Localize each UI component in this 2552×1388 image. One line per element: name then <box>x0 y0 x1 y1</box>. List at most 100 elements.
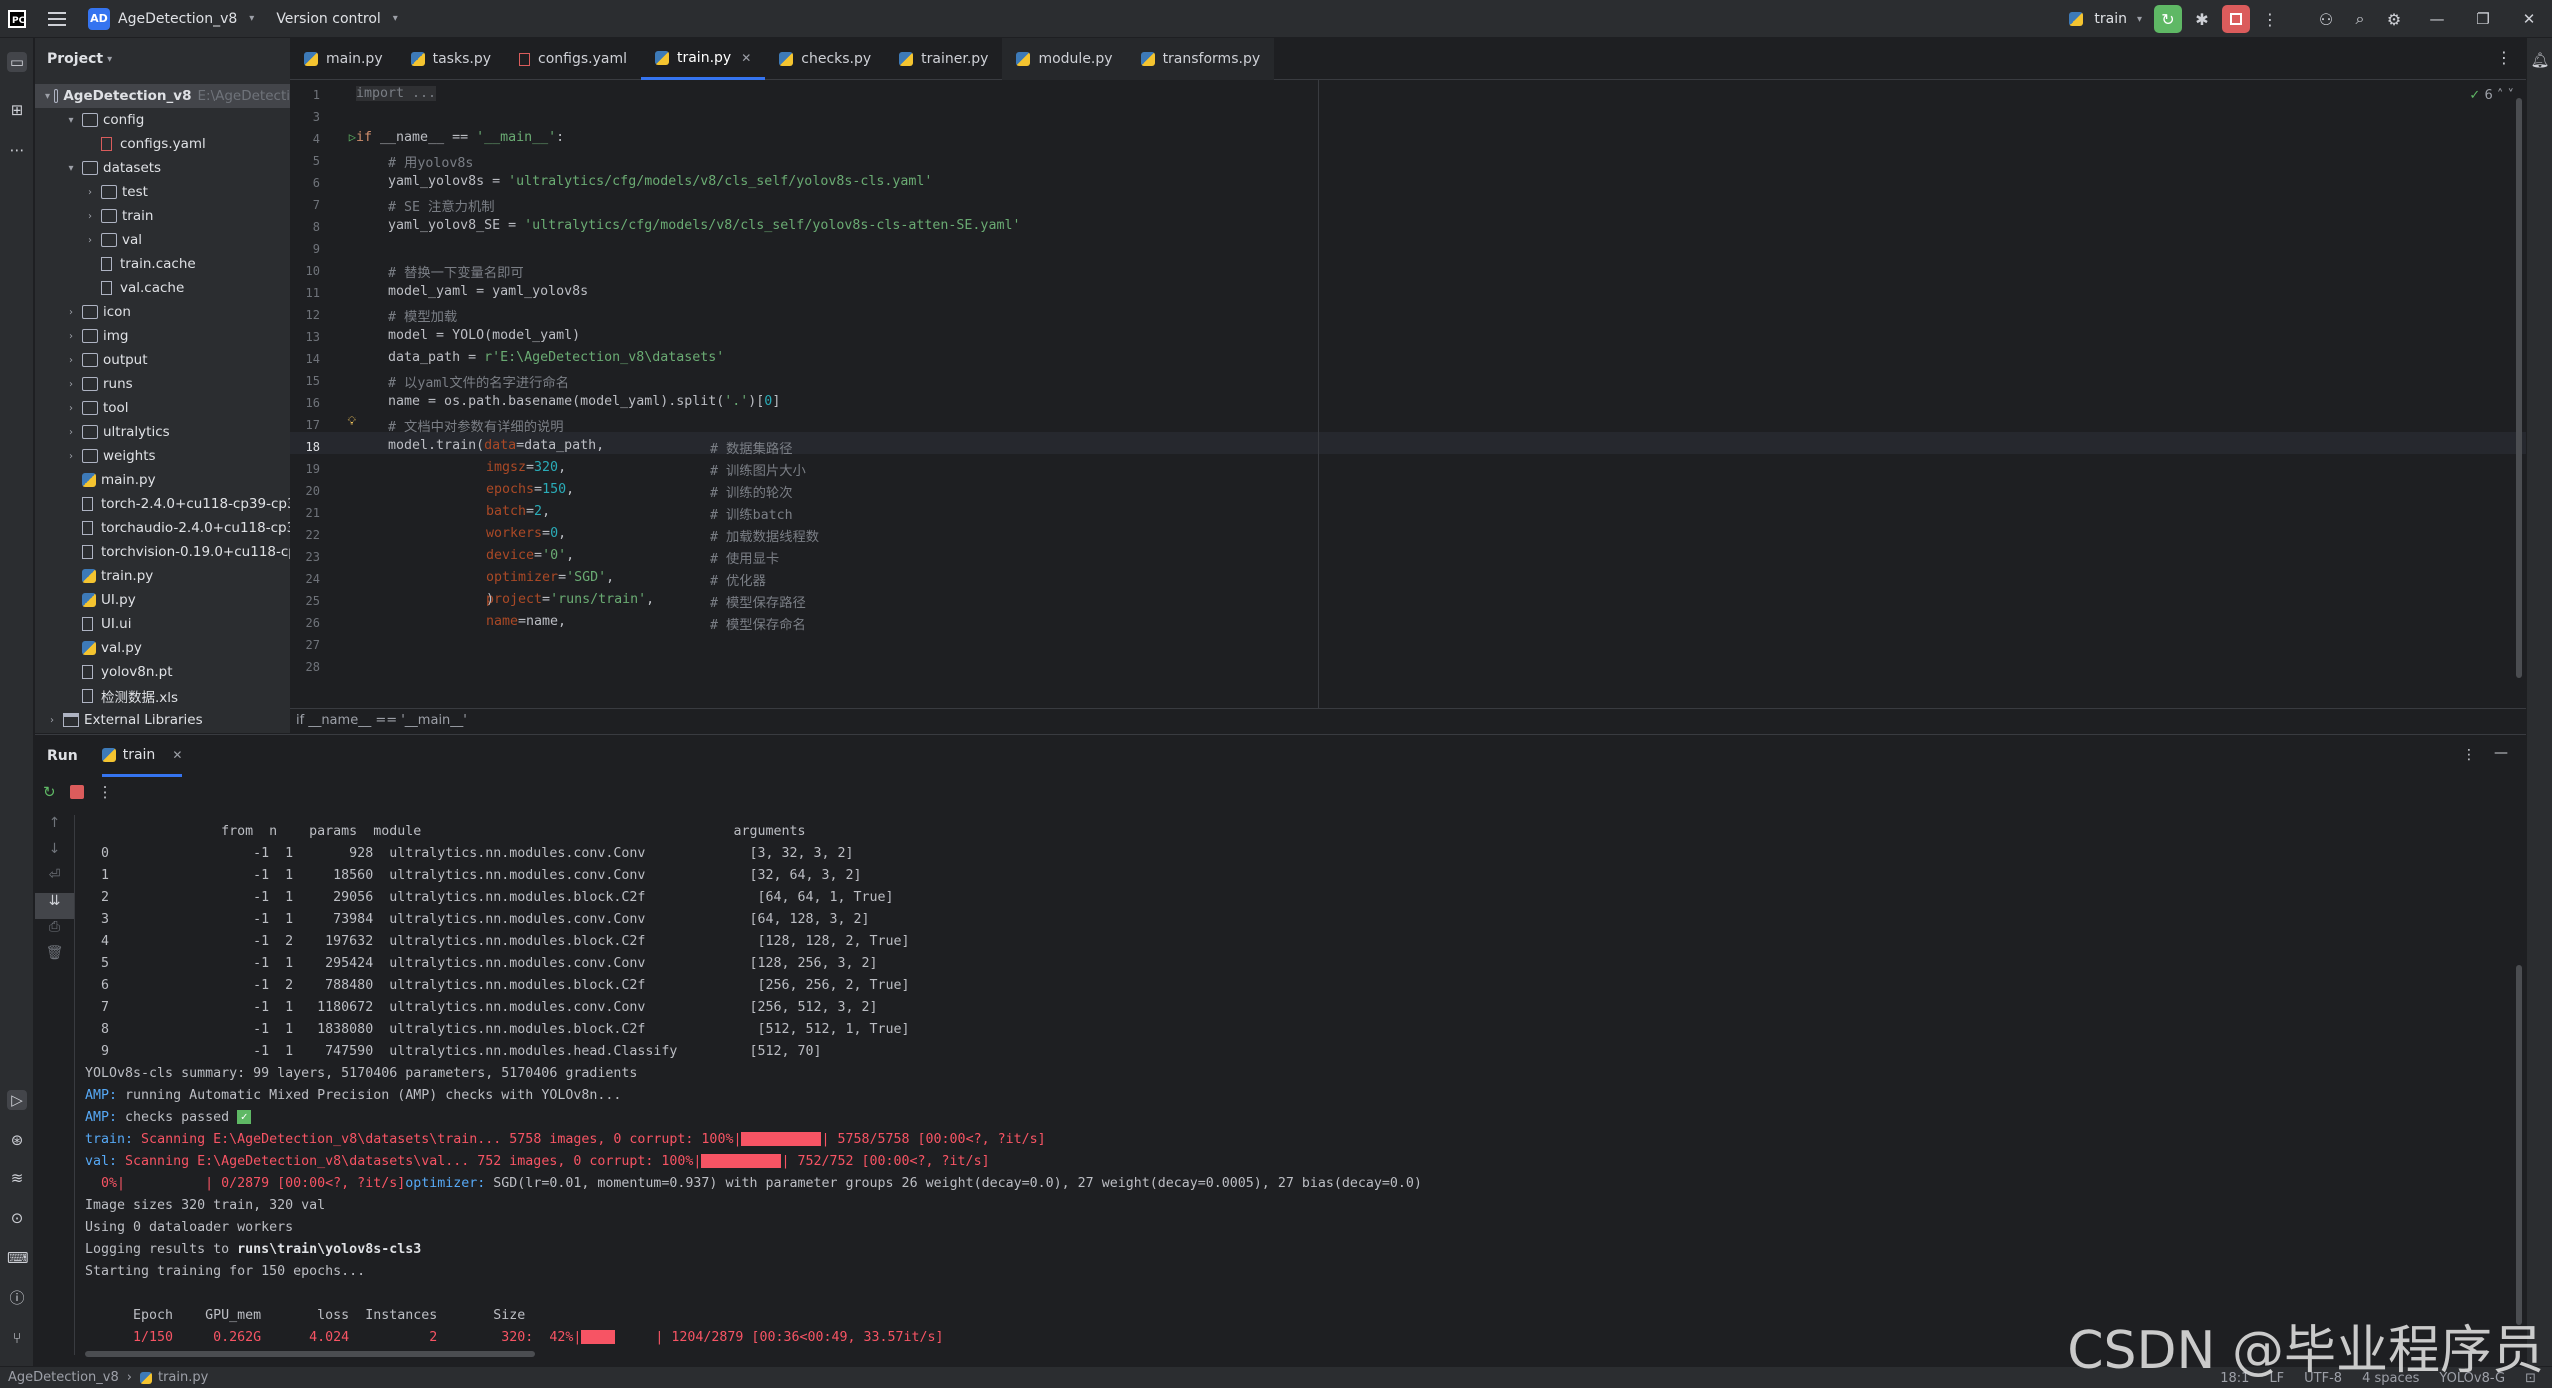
stop-icon[interactable] <box>69 785 84 799</box>
yaml-file-icon <box>519 52 530 66</box>
tree-item[interactable]: › icon <box>64 300 131 324</box>
project-panel-header[interactable]: Project ▾ <box>35 38 290 80</box>
console-header: from n params module arguments <box>85 824 806 839</box>
editor-tab[interactable]: module.py <box>1002 38 1127 80</box>
services-icon[interactable]: ⊙ <box>7 1208 27 1228</box>
scroll-to-end-icon[interactable]: ⇊ <box>35 893 74 919</box>
tree-root[interactable]: ▾ AgeDetection_v8 E:\AgeDetecti <box>35 84 290 108</box>
file-icon <box>101 281 112 295</box>
inspection-widget[interactable]: ✓ 6 ˄ ˅ <box>2469 88 2514 103</box>
tree-item[interactable]: › train <box>83 204 153 228</box>
run-tool-icon[interactable]: ▷ <box>7 1090 27 1110</box>
tree-item[interactable]: › test <box>83 180 148 204</box>
tree-item[interactable]: › tool <box>64 396 129 420</box>
status-file[interactable]: train.py <box>158 1370 208 1385</box>
console-img-sizes: Image sizes 320 train, 320 val <box>85 1198 326 1213</box>
tree-item-label: main.py <box>101 472 156 488</box>
tab-label: tasks.py <box>432 51 491 67</box>
search-icon[interactable]: ⌕ <box>2346 5 2374 33</box>
main-menu-icon[interactable] <box>48 11 66 26</box>
editor-tab[interactable]: tasks.py <box>397 38 505 80</box>
tree-item[interactable]: torchaudio-2.4.0+cu118-cp3 <box>64 516 290 540</box>
intention-bulb-icon[interactable]: 💡︎ <box>326 414 356 429</box>
restore-button[interactable]: ❐ <box>2460 10 2506 28</box>
tree-item[interactable]: configs.yaml <box>83 132 206 156</box>
run-config-selector[interactable]: train ▾ <box>2065 11 2142 27</box>
tree-item-label: datasets <box>103 160 162 176</box>
python-packages-icon[interactable]: ⊛ <box>7 1130 27 1150</box>
external-libraries[interactable]: › External Libraries <box>45 708 203 732</box>
console-hscrollbar[interactable] <box>85 1351 535 1357</box>
scroll-up-icon[interactable]: ↑ <box>35 815 74 841</box>
project-folder-icon[interactable]: ▭ <box>7 52 27 72</box>
layers-icon[interactable]: ≋ <box>7 1168 27 1188</box>
file-icon <box>82 617 93 631</box>
tree-item[interactable]: train.cache <box>83 252 196 276</box>
chevron-down-icon: ▾ <box>249 13 255 24</box>
tree-item[interactable]: › ultralytics <box>64 420 170 444</box>
clear-console-icon[interactable]: 🗑︎ <box>35 945 74 971</box>
tree-item[interactable]: val.py <box>64 636 142 660</box>
editor-tab[interactable]: configs.yaml <box>505 38 641 80</box>
version-control-menu[interactable]: Version control ▾ <box>276 11 398 27</box>
tree-item[interactable]: torchvision-0.19.0+cu118-cp <box>64 540 290 564</box>
tree-item[interactable]: val.cache <box>83 276 184 300</box>
tree-item[interactable]: yolov8n.pt <box>64 660 173 684</box>
editor-tab[interactable]: trainer.py <box>885 38 1002 80</box>
account-icon[interactable]: ⚇ <box>2312 5 2340 33</box>
more-tabs-icon[interactable]: ⋮ <box>2496 48 2512 67</box>
structure-icon[interactable]: ⊞ <box>7 100 27 120</box>
close-window-button[interactable]: ✕ <box>2506 10 2552 28</box>
tree-item[interactable]: › weights <box>64 444 156 468</box>
tree-item[interactable]: UI.ui <box>64 612 131 636</box>
tree-item-label: torchvision-0.19.0+cu118-cp <box>101 544 290 560</box>
tree-item[interactable]: › img <box>64 324 128 348</box>
scroll-down-icon[interactable]: ↓ <box>35 841 74 867</box>
more-tools-icon[interactable]: ⋯ <box>7 140 27 160</box>
tree-item[interactable]: ▾ datasets <box>64 156 161 180</box>
notifications-bell-icon[interactable]: 🔔︎ <box>2530 50 2550 70</box>
editor-tab[interactable]: checks.py <box>765 38 885 80</box>
project-switcher[interactable]: AD AgeDetection_v8 ▾ <box>88 7 255 30</box>
console-layer-row: 6 -1 2 788480 ultralytics.nn.modules.blo… <box>85 978 910 993</box>
soft-wrap-icon[interactable]: ⏎ <box>35 867 74 893</box>
problems-icon[interactable]: ⓘ <box>7 1288 27 1308</box>
console-vscrollbar[interactable] <box>2516 965 2522 1325</box>
yaml-file-icon <box>101 137 112 151</box>
tree-item[interactable]: ▾ config <box>64 108 144 132</box>
breadcrumb[interactable]: if __name__ == '__main__' <box>290 708 2526 733</box>
minimize-button[interactable]: — <box>2414 10 2460 28</box>
rerun-icon[interactable]: ↻ <box>43 783 56 801</box>
close-icon[interactable]: ✕ <box>741 51 751 65</box>
git-branch-icon[interactable]: ⑂ <box>7 1328 27 1348</box>
editor-tab[interactable]: main.py <box>290 38 397 80</box>
tree-item[interactable]: › runs <box>64 372 133 396</box>
print-icon[interactable]: ⎙ <box>35 919 74 945</box>
status-project[interactable]: AgeDetection_v8 <box>8 1370 119 1385</box>
tree-item[interactable]: train.py <box>64 564 153 588</box>
close-icon[interactable]: ✕ <box>172 748 182 762</box>
tree-item[interactable]: UI.py <box>64 588 136 612</box>
tree-item-label: test <box>122 184 148 200</box>
tree-item[interactable]: › output <box>64 348 148 372</box>
more-actions-icon[interactable]: ⋮ <box>2256 5 2284 33</box>
editor-scrollbar[interactable] <box>2516 98 2522 678</box>
debug-button[interactable]: ✱ <box>2188 5 2216 33</box>
rerun-button[interactable]: ↻ <box>2154 5 2182 33</box>
folder-icon <box>54 89 59 103</box>
terminal-icon[interactable]: ⌨ <box>7 1248 29 1268</box>
tree-item[interactable]: › val <box>83 228 142 252</box>
stop-button[interactable] <box>2222 5 2250 33</box>
run-gutter-icon[interactable]: ▷ <box>326 130 356 144</box>
tree-item-label: val <box>122 232 143 248</box>
more-icon[interactable]: ⋮ <box>98 783 113 801</box>
editor-tab[interactable]: transforms.py <box>1126 38 1275 80</box>
editor-tab[interactable]: train.py ✕ <box>640 38 766 80</box>
tree-item[interactable]: 检测数据.xls <box>64 684 178 708</box>
run-tab-train[interactable]: train ✕ <box>101 735 183 777</box>
settings-gear-icon[interactable]: ⚙ <box>2380 5 2408 33</box>
hide-panel-icon[interactable]: — <box>2494 745 2508 761</box>
tree-item[interactable]: torch-2.4.0+cu118-cp39-cp3 <box>64 492 290 516</box>
run-options-icon[interactable]: ⋮ <box>2462 747 2476 763</box>
tree-item[interactable]: main.py <box>64 468 156 492</box>
